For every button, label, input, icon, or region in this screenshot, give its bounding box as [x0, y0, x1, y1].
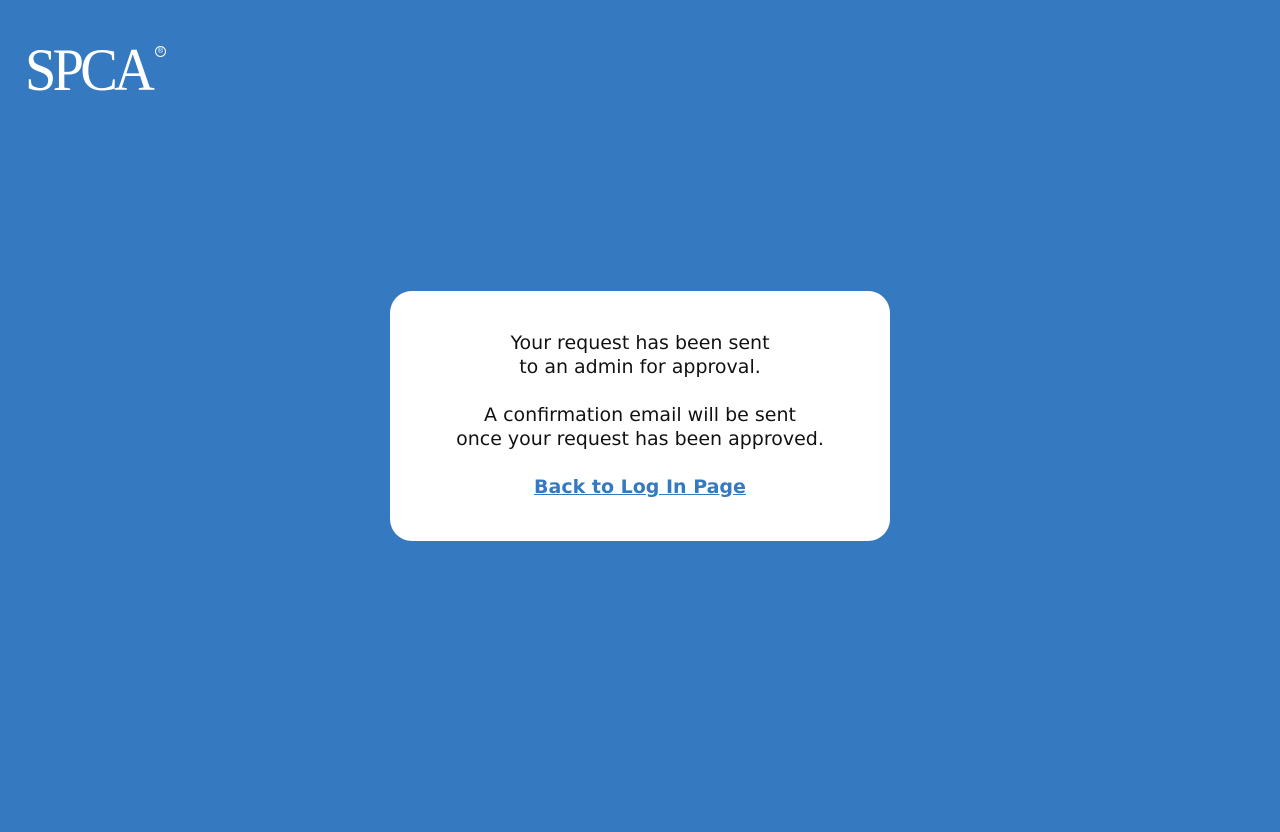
spca-logo: SPCA ®	[25, 37, 169, 103]
confirmation-card: Your request has been sent to an admin f…	[390, 291, 890, 541]
email-message-line-1: A confirmation email will be sent	[484, 404, 796, 426]
registered-mark-icon: ®	[155, 46, 166, 57]
back-to-login-link[interactable]: Back to Log In Page	[534, 475, 746, 499]
approval-message-line-1: Your request has been sent	[510, 332, 770, 354]
approval-message: Your request has been sent to an admin f…	[390, 331, 890, 379]
email-message: A confirmation email will be sent once y…	[390, 403, 890, 451]
logo-wordmark: SPCA	[25, 37, 155, 103]
email-message-line-2: once your request has been approved.	[456, 428, 824, 450]
approval-message-line-2: to an admin for approval.	[519, 356, 761, 378]
